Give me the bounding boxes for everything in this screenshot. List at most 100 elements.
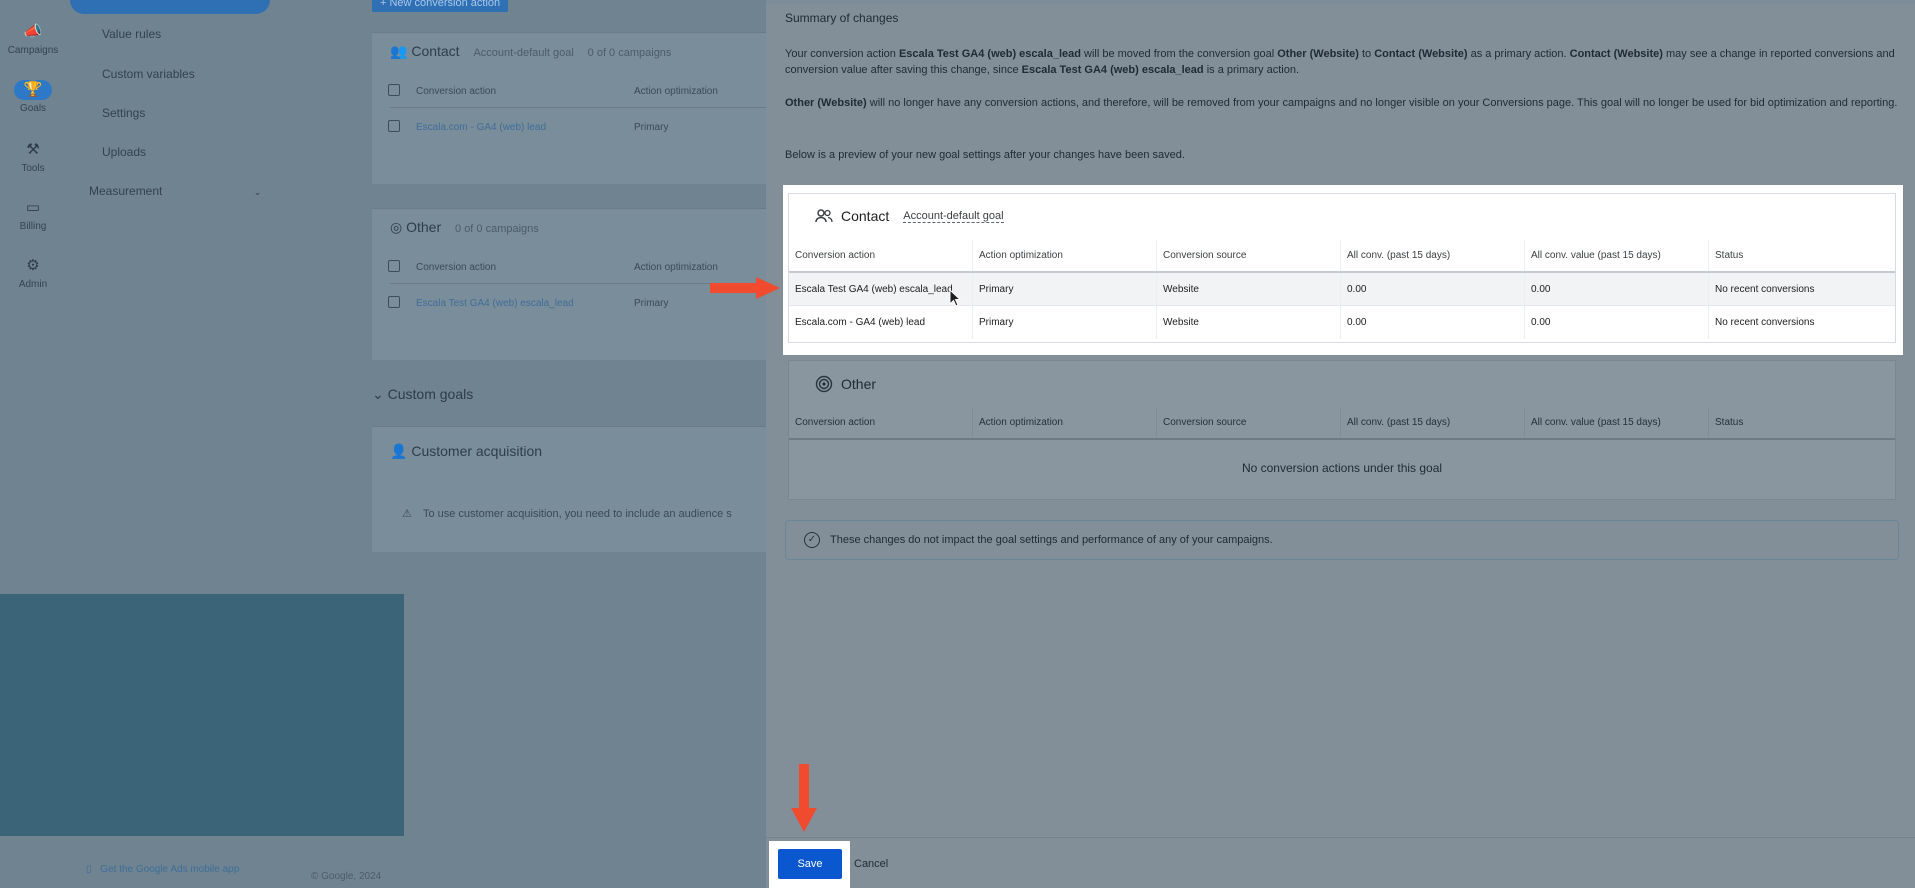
rail-label: Admin [18,279,48,290]
bg-other-card: ◎ Other 0 of 0 campaigns Conversion acti… [372,208,766,360]
cell-source: Website [1157,306,1341,339]
background-page: 📣 Campaigns 🏆 Goals ⚒ Tools ▭ Billing ⚙ … [0,0,766,888]
p1-t4: as a primary action. [1467,48,1570,60]
col-all-conv-value: All conv. value (past 15 days) [1525,407,1709,438]
megaphone-icon: 📣 [23,23,43,40]
rail-campaigns[interactable]: 📣 Campaigns [0,22,66,56]
copyright: © Google, 2024 [311,871,382,882]
rail-goals[interactable]: 🏆 Goals [0,80,66,114]
nav-value-rules[interactable]: Value rules [102,27,161,41]
p1-b3: Contact (Website) [1374,48,1468,60]
custom-goals-toggle[interactable]: ⌄ Custom goals [372,386,473,403]
col-conversion-source: Conversion source [1157,407,1341,438]
tools-icon: ⚒ [26,141,40,158]
bg-other-header: ◎ Other 0 of 0 campaigns [390,219,539,236]
people-icon [815,209,833,223]
rail-label: Goals [19,103,47,114]
bg-contact-campaigns: 0 of 0 campaigns [587,47,672,59]
warning-icon: ⚠ [402,508,412,520]
col-status: Status [1715,250,1744,261]
bg-divider [390,107,766,108]
chevron-down-icon: ⌄ [253,187,262,197]
save-highlight: Save [769,841,850,888]
nav-custom-variables[interactable]: Custom variables [102,67,195,81]
table-header-row: Conversion action Action optimization Co… [789,240,1895,273]
col-all-conv: All conv. (past 15 days) [1341,240,1525,271]
bg-customer-acq-title: Customer acquisition [411,443,543,459]
summary-paragraph-2: Other (Website) will no longer have any … [785,95,1900,111]
no-impact-notice: ✓ These changes do not impact the goal s… [785,520,1899,560]
bg-customer-acq-header: 👤 Customer acquisition [390,443,542,460]
cell-action: Escala Test GA4 (web) escala_lead [789,273,973,305]
trophy-icon: 🏆 [14,80,52,100]
col-conversion-action: Conversion action [789,407,973,438]
bg-col-action: Conversion action [416,262,497,273]
table-row[interactable]: Escala.com - GA4 (web) lead Primary Webs… [789,306,1895,339]
rail-billing[interactable]: ▭ Billing [0,198,66,232]
contact-highlight: Contact Account-default goal Conversion … [783,185,1903,355]
nav-measurement[interactable]: Measurement ⌄ [89,184,261,198]
bg-row-action[interactable]: Escala Test GA4 (web) escala_lead [416,298,574,309]
card-icon: ▭ [25,199,41,216]
rail-admin[interactable]: ⚙ Admin [0,256,66,290]
account-default-goal-tag[interactable]: Account-default goal [903,210,1004,223]
p1-b1: Escala Test GA4 (web) escala_lead [898,48,1081,60]
nav-measurement-label: Measurement [89,184,163,198]
bg-contact-tag: Account-default goal [473,47,574,59]
p1-t1: Your conversion action [785,48,899,60]
no-impact-notice-text: These changes do not impact the goal set… [830,534,1273,546]
bg-checkbox[interactable] [388,84,400,96]
summary-panel: Summary of changes Your conversion actio… [766,4,1915,888]
mobile-app-link-label: Get the Google Ads mobile app [100,864,240,875]
summary-paragraph-1: Your conversion action Escala Test GA4 (… [785,46,1900,78]
custom-goals-label: Custom goals [387,386,474,402]
cell-source: Website [1157,273,1341,305]
cell-all-conv: 0.00 [1341,273,1525,305]
cell-all-conv-value: 0.00 [1525,273,1709,305]
check-circle-icon: ✓ [804,532,820,548]
p1-t2: will be moved from the conversion goal [1080,48,1278,60]
cell-all-conv: 0.00 [1341,306,1525,339]
col-action-optimization: Action optimization [973,407,1157,438]
table-header-row: Conversion action Action optimization Co… [789,407,1895,440]
bg-checkbox[interactable] [388,296,400,308]
other-preview-title: Other [841,376,877,392]
cell-action: Escala.com - GA4 (web) lead [789,306,973,339]
bg-customer-acq-card: 👤 Customer acquisition ⚠ To use customer… [372,426,766,552]
bg-other-title: Other [406,219,442,235]
p2-t1: will no longer have any conversion actio… [866,97,1898,109]
bg-checkbox[interactable] [388,120,400,132]
target-icon: ◎ [390,219,403,235]
p2-b1: Other (Website) [785,97,867,109]
cell-all-conv-value: 0.00 [1525,306,1709,339]
col-all-conv-value: All conv. value (past 15 days) [1525,240,1709,271]
cancel-button[interactable]: Cancel [854,849,888,879]
bg-row-action[interactable]: Escala.com - GA4 (web) lead [416,122,546,133]
contact-preview-title: Contact [841,208,890,224]
new-conversion-action-button[interactable]: + New conversion action [372,0,509,12]
nav-uploads[interactable]: Uploads [102,145,146,159]
bg-contact-title: Contact [411,43,460,59]
save-button[interactable]: Save [778,849,842,879]
rail-tools[interactable]: ⚒ Tools [0,140,66,174]
chevron-down-icon: ⌄ [372,386,384,402]
nav-settings[interactable]: Settings [102,106,145,120]
col-status: Status [1715,417,1744,428]
bg-customer-acq-warning: ⚠ To use customer acquisition, you need … [402,507,732,520]
person-add-icon: 👤 [390,443,408,459]
rail-label: Tools [21,163,45,174]
mobile-app-link[interactable]: ▯ Get the Google Ads mobile app [86,864,239,875]
rail-label: Campaigns [7,45,59,56]
bg-other-campaigns: 0 of 0 campaigns [455,223,539,235]
target-icon [815,375,833,393]
phone-icon: ▯ [86,864,92,875]
bg-row-opt: Primary [634,298,669,309]
bg-row-opt: Primary [634,122,669,133]
p1-b4: Contact (Website) [1569,48,1663,60]
p1-t3: to [1358,48,1375,60]
col-conversion-source: Conversion source [1157,240,1341,271]
mouse-cursor-icon [949,289,961,307]
annotation-arrow-down-icon [791,764,817,832]
bg-checkbox[interactable] [388,260,400,272]
other-preview-table: Conversion action Action optimization Co… [789,407,1895,440]
